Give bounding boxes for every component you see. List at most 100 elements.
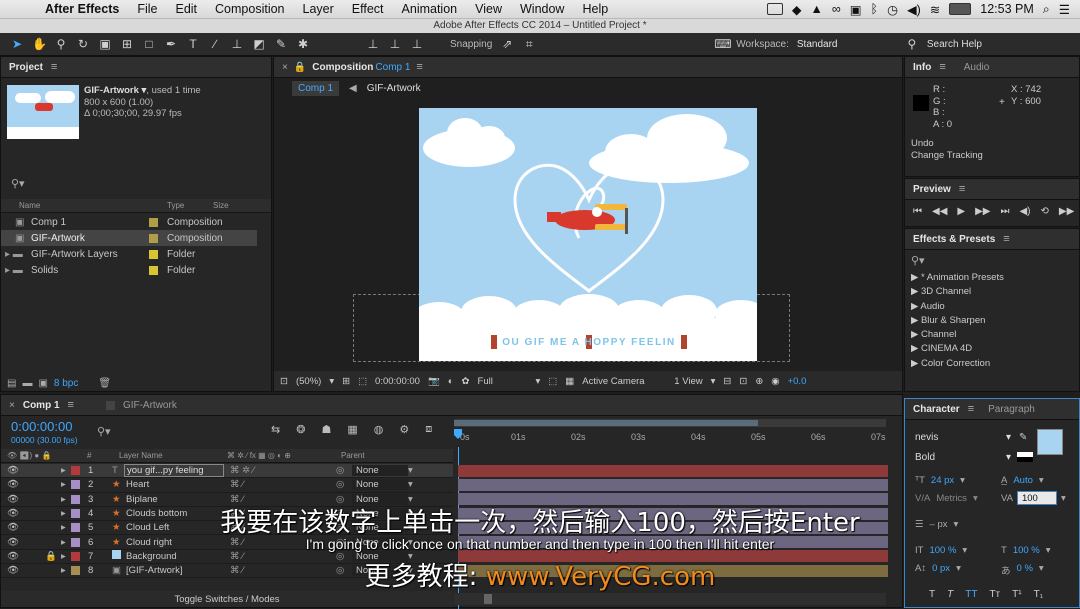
tab-character[interactable]: Character <box>913 404 960 415</box>
draft-3d-icon[interactable]: ❂ <box>296 423 305 436</box>
list-item[interactable]: ▶ * Animation Presets <box>911 271 1079 285</box>
tab-preview[interactable]: Preview <box>913 184 951 195</box>
leading-field[interactable]: A̲ Auto ▾ <box>1001 475 1044 486</box>
clone-stamp-tool-icon[interactable]: ⊥ <box>230 37 244 51</box>
spotlight-search-icon[interactable]: ⌕ <box>1043 2 1050 17</box>
panel-menu-icon[interactable]: ≡ <box>51 61 57 73</box>
text-handle-right[interactable] <box>681 335 687 349</box>
list-item[interactable]: ▶ Audio <box>911 300 1079 314</box>
tab-audio[interactable]: Audio <box>964 62 990 73</box>
col-layer-name[interactable]: Layer Name <box>119 451 227 460</box>
project-search-icon[interactable]: ⚲▾ <box>11 177 25 190</box>
layer-switches[interactable]: ⌘ ∕ <box>224 479 336 490</box>
pan-behind-tool-icon[interactable]: ⊞ <box>120 37 134 51</box>
list-item[interactable]: ▶ 3D Channel <box>911 285 1079 299</box>
list-item[interactable]: ▸ ▬ GIF-Artwork Layers Folder <box>1 246 257 262</box>
tab-paragraph[interactable]: Paragraph <box>988 404 1035 415</box>
clock-text[interactable]: 12:53 PM <box>980 2 1034 16</box>
comp-timecode[interactable]: 0:00:00:00 <box>375 376 420 387</box>
channel-icon[interactable]: ✿ <box>462 376 470 387</box>
time-machine-icon[interactable]: ◷ <box>887 2 898 17</box>
menu-view[interactable]: View <box>466 2 511 16</box>
list-item[interactable]: ▶ Channel <box>911 328 1079 342</box>
comp-mini-flowchart-icon[interactable]: ⇆ <box>271 423 280 436</box>
crumb-comp-1[interactable]: Comp 1 <box>292 80 340 96</box>
layer-switches[interactable]: ⌘ ✲ ∕ <box>224 465 336 476</box>
puppet-pin-tool-icon[interactable]: ✱ <box>296 37 310 51</box>
timeline-icon[interactable]: ⊡ <box>739 376 747 387</box>
menu-effect[interactable]: Effect <box>343 2 393 16</box>
panel-menu-icon[interactable]: ≡ <box>68 399 74 411</box>
menu-edit[interactable]: Edit <box>166 2 206 16</box>
snapping-options-icon[interactable]: ⌗ <box>522 37 536 51</box>
col-size[interactable]: Size <box>213 201 229 210</box>
snapping-label[interactable]: Snapping <box>450 39 492 50</box>
tab-composition-name[interactable]: Comp 1 <box>375 62 410 73</box>
time-ruler[interactable]: 0s 01s 02s 03s 04s 05s 06s 07s <box>454 429 886 447</box>
label-swatch[interactable] <box>71 466 80 476</box>
list-item[interactable]: ▶ CINEMA 4D <box>911 342 1079 356</box>
search-icon[interactable]: ⚲ <box>905 37 919 51</box>
pickwhip-icon[interactable]: ◎ <box>336 479 352 490</box>
bpc-toggle[interactable]: 8 bpc <box>54 378 78 389</box>
new-folder-icon[interactable]: ▬ <box>22 378 32 389</box>
pickwhip-icon[interactable]: ◎ <box>336 465 352 476</box>
next-frame-icon[interactable]: ▶▶ <box>975 206 990 217</box>
text-handle-left[interactable] <box>491 335 497 349</box>
list-item[interactable]: ▶ Blur & Sharpen <box>911 314 1079 328</box>
show-snapshot-icon[interactable]: ◐ <box>448 376 454 387</box>
parent-select[interactable]: None <box>352 465 408 477</box>
parent-select[interactable]: None <box>352 479 408 491</box>
work-area-range[interactable] <box>454 420 758 426</box>
first-frame-icon[interactable]: ⏮ <box>913 206 922 217</box>
ram-preview-icon[interactable]: ▶▶ <box>1059 206 1074 217</box>
col-parent[interactable]: Parent <box>341 451 365 460</box>
dropdown-icon[interactable]: ▾ <box>711 376 716 387</box>
camera-tool-icon[interactable]: ▣ <box>98 37 112 51</box>
audio-icon[interactable]: ◀) <box>1019 206 1030 217</box>
tab-effects-presets[interactable]: Effects & Presets <box>913 234 995 245</box>
panel-menu-icon[interactable]: ≡ <box>939 61 945 73</box>
pen-tool-icon[interactable]: ✒ <box>164 37 178 51</box>
list-item[interactable]: ▶ Color Correction <box>911 357 1079 371</box>
font-family-select[interactable]: nevis ▾ <box>915 432 1011 443</box>
menu-window[interactable]: Window <box>511 2 573 16</box>
label-swatch[interactable] <box>71 480 80 490</box>
label-swatch[interactable] <box>149 217 158 227</box>
magnification-select[interactable]: (50%) <box>296 376 321 387</box>
dropdown-icon[interactable]: ▾ <box>536 376 541 387</box>
graph-editor-icon[interactable]: ⚙ <box>399 423 409 436</box>
menu-composition[interactable]: Composition <box>206 2 293 16</box>
grid-options-icon[interactable]: ⊞ <box>342 376 350 387</box>
fill-color-swatch[interactable] <box>1037 429 1063 455</box>
label-swatch[interactable] <box>149 249 158 259</box>
timeline-zoom-slider[interactable] <box>454 593 886 605</box>
current-time-display[interactable]: 0:00:00:00 <box>11 419 72 434</box>
motion-blur-icon[interactable]: ◍ <box>374 423 384 436</box>
list-item[interactable]: ▸ ▬ Solids Folder <box>1 262 257 278</box>
timeline-search-icon[interactable]: ⚲▾ <box>97 425 111 438</box>
zoom-slider-handle[interactable] <box>484 594 492 604</box>
transparency-grid-icon[interactable]: ▦ <box>565 376 574 387</box>
keyframe-icon[interactable]: ⧈ <box>425 423 432 436</box>
rectangle-tool-icon[interactable]: □ <box>142 37 156 51</box>
region-of-interest-icon[interactable]: ⬚ <box>548 376 557 387</box>
menu-file[interactable]: File <box>128 2 166 16</box>
loop-icon[interactable]: ⟲ <box>1041 206 1049 217</box>
play-icon[interactable]: ▶ <box>957 206 965 217</box>
flowchart-icon[interactable]: ⊕ <box>755 376 763 387</box>
panel-menu-icon[interactable]: ≡ <box>968 403 974 415</box>
table-row[interactable]: 👁 ▸ 1 T you gif...py feeling ⌘ ✲ ∕ ◎ Non… <box>1 464 453 479</box>
resolution-select[interactable]: Full <box>478 376 528 387</box>
tab-gif-artwork[interactable]: GIF-Artwork <box>123 400 177 411</box>
snapshot-icon[interactable]: 📷 <box>428 376 440 387</box>
visibility-icon[interactable]: 👁 <box>1 479 61 490</box>
keyboard-icon[interactable]: ⌨ <box>714 37 731 51</box>
last-frame-icon[interactable]: ⏭ <box>1000 206 1009 217</box>
menu-app-name[interactable]: After Effects <box>36 2 128 16</box>
view-axis-icon[interactable]: ⊥ <box>410 37 424 51</box>
selection-tool-icon[interactable]: ➤ <box>10 37 24 51</box>
volume-icon[interactable]: ◀) <box>907 2 921 17</box>
rotation-tool-icon[interactable]: ↻ <box>76 37 90 51</box>
bluetooth-icon[interactable]: ᛒ <box>871 2 879 16</box>
